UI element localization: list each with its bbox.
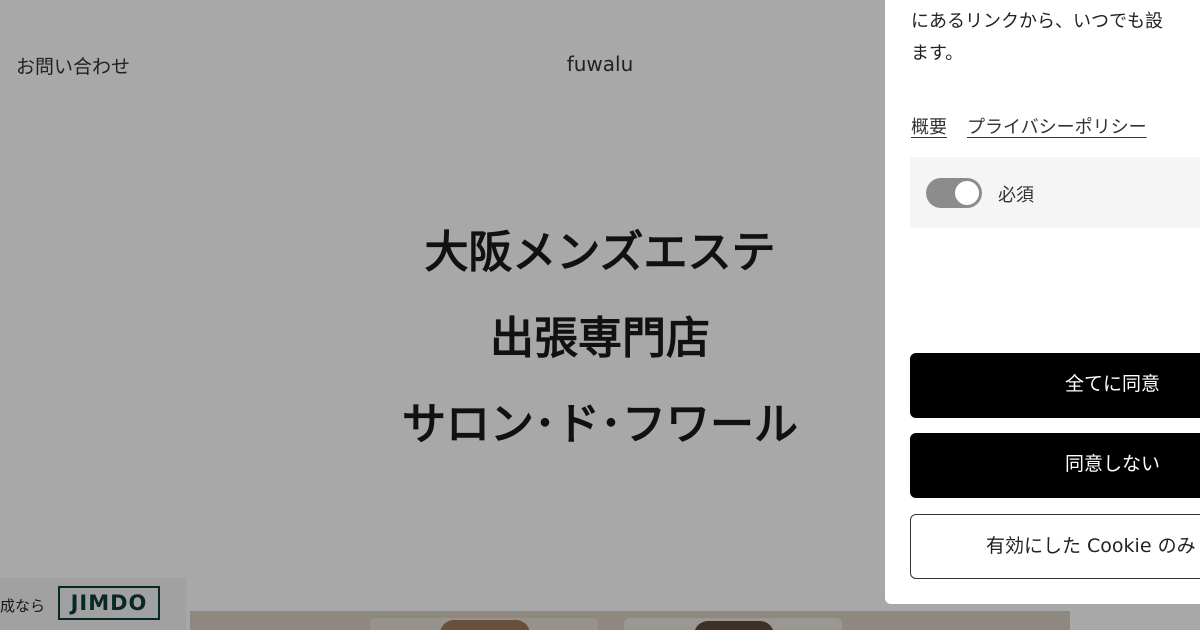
privacy-policy-link[interactable]: プライバシーポリシー [967, 117, 1147, 138]
cookie-description: にあるリンクから、いつでも設 ます。 [911, 6, 1200, 70]
cookie-description-line-2: ます。 [911, 43, 964, 64]
required-cookies-row: 必須 [910, 157, 1200, 228]
cookie-consent-panel: にあるリンクから、いつでも設 ます。 概要 プライバシーポリシー 必須 全てに同意… [885, 0, 1200, 604]
required-toggle[interactable] [926, 178, 982, 208]
accept-enabled-only-button[interactable]: 有効にした Cookie のみ [910, 514, 1200, 579]
toggle-knob [955, 181, 979, 205]
cookie-description-line-1: にあるリンクから、いつでも設 [911, 11, 1163, 32]
cookie-links: 概要 プライバシーポリシー [911, 113, 1147, 139]
decline-button[interactable]: 同意しない [910, 433, 1200, 498]
overview-link[interactable]: 概要 [911, 117, 947, 138]
required-label: 必須 [998, 185, 1034, 206]
accept-all-button[interactable]: 全てに同意 [910, 353, 1200, 418]
